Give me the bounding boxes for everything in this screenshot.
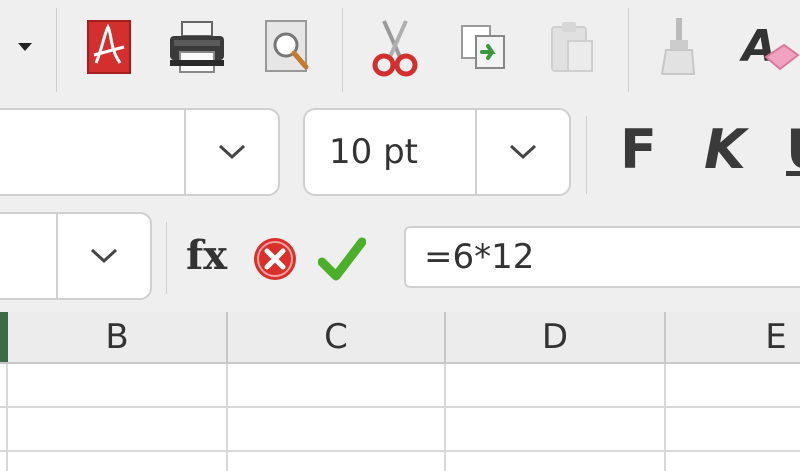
eraser-icon: A — [739, 21, 800, 72]
chevron-down-icon — [90, 248, 118, 264]
clear-formatting-button[interactable]: A — [736, 8, 800, 86]
pdf-icon — [87, 20, 131, 74]
column-header-c[interactable]: C — [228, 312, 444, 362]
checkmark-icon — [317, 237, 367, 281]
paintbrush-icon — [660, 18, 696, 75]
cell-grid[interactable] — [0, 364, 800, 471]
chevron-down-icon — [218, 144, 246, 160]
bold-button[interactable]: F — [620, 118, 657, 181]
formula-text: =6*12 — [424, 237, 535, 277]
selected-column-marker — [0, 312, 8, 362]
formula-input[interactable]: =6*12 — [404, 226, 800, 288]
magnifier-page-icon — [265, 20, 309, 72]
fx-label: fx — [186, 231, 228, 279]
chevron-down-icon — [509, 144, 537, 160]
clone-formatting-button[interactable] — [646, 8, 708, 86]
copy-icon — [461, 25, 505, 69]
function-wizard-button[interactable]: fx — [186, 228, 240, 282]
copy-button[interactable] — [452, 8, 514, 86]
paste-icon — [551, 22, 593, 72]
column-header-e[interactable]: E — [666, 312, 800, 362]
accept-button[interactable] — [317, 236, 367, 286]
scissors-icon — [372, 20, 418, 77]
font-name-combobox[interactable] — [0, 108, 280, 196]
underline-button[interactable]: U — [786, 118, 800, 181]
cancel-button[interactable] — [252, 236, 298, 286]
print-preview-button[interactable] — [256, 8, 318, 86]
cut-button[interactable] — [364, 8, 426, 86]
paste-button[interactable] — [540, 8, 602, 86]
name-box-dropdown-button[interactable] — [56, 214, 150, 298]
font-size-combobox[interactable]: 10 pt — [303, 108, 571, 196]
svg-text:A: A — [739, 21, 776, 72]
column-header-d[interactable]: D — [446, 312, 664, 362]
italic-button[interactable]: K — [704, 118, 746, 181]
column-header-b[interactable]: B — [8, 312, 226, 362]
triangle-down-icon — [18, 43, 32, 51]
toolbar-dropdown-button[interactable] — [0, 8, 50, 86]
font-name-dropdown-button[interactable] — [184, 110, 278, 194]
export-pdf-button[interactable] — [78, 8, 140, 86]
name-box[interactable] — [0, 212, 152, 300]
print-button[interactable] — [166, 8, 228, 86]
cancel-x-icon — [254, 238, 296, 280]
printer-icon — [170, 21, 224, 73]
font-size-dropdown-button[interactable] — [475, 110, 569, 194]
standard-toolbar: A — [0, 0, 800, 100]
font-size-value: 10 pt — [329, 132, 418, 172]
